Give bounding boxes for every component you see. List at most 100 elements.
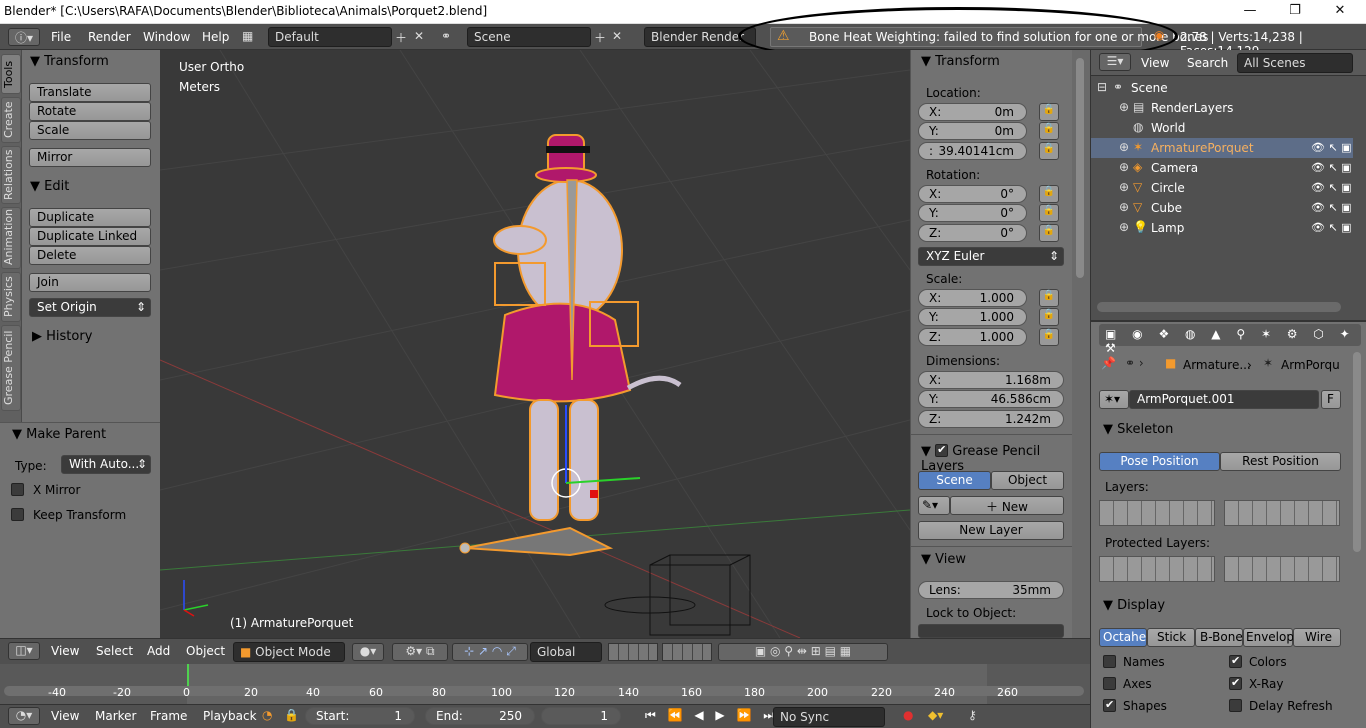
new-layer-button[interactable]: New Layer <box>918 521 1064 540</box>
grease-pencil-header[interactable]: ▼ Grease Pencil Layers <box>921 442 1072 474</box>
outliner-scrollbar[interactable] <box>1097 302 1341 312</box>
tab-create[interactable]: Create <box>1 97 21 143</box>
location-x-field[interactable]: X: 0m <box>918 103 1027 121</box>
lock-icon[interactable]: 🔒 <box>1039 204 1059 222</box>
snap-render-icons[interactable]: ▣ ◎ ⚲ ⇹ ⊞ ▤ ▦ <box>718 643 888 661</box>
axes-checkbox[interactable] <box>1103 677 1116 690</box>
rotation-x-field[interactable]: X: 0° <box>918 185 1027 203</box>
delete-button[interactable]: Delete <box>29 246 151 265</box>
tab-relations[interactable]: Relations <box>1 146 21 204</box>
bone-layers-grid-a[interactable] <box>1099 500 1215 526</box>
menu-file[interactable]: File <box>51 30 71 44</box>
location-y-field[interactable]: Y: 0m <box>918 122 1027 140</box>
protected-layers-grid-b[interactable] <box>1224 556 1340 582</box>
duplicate-button[interactable]: Duplicate <box>29 208 151 227</box>
properties-scrollbar[interactable] <box>1353 352 1361 552</box>
dimension-z-field[interactable]: Z: 1.242m <box>918 410 1064 428</box>
current-frame-field[interactable]: 1 <box>541 707 621 725</box>
pencil-icon[interactable]: ✎▾ <box>918 496 950 515</box>
shading-icon[interactable]: ●▾ <box>352 643 384 661</box>
expand-icon[interactable]: ⊕ <box>1119 200 1129 214</box>
current-frame-marker[interactable] <box>187 664 189 686</box>
xray-checkbox[interactable] <box>1229 676 1242 690</box>
menu-render[interactable]: Render <box>88 30 131 44</box>
viewport-object-menu[interactable]: Object <box>186 644 225 658</box>
shapes-checkbox[interactable] <box>1103 698 1116 712</box>
screen-layout-icon[interactable]: ▦ <box>242 29 253 43</box>
names-checkbox[interactable] <box>1103 655 1116 668</box>
dimension-x-field[interactable]: X: 1.168m <box>918 371 1064 389</box>
lock-icon[interactable]: 🔒 <box>1039 328 1059 346</box>
gp-new-button[interactable]: ＋ New <box>950 496 1064 515</box>
scale-y-field[interactable]: Y: 1.000 <box>918 308 1027 326</box>
rotate-button[interactable]: Rotate <box>29 102 151 121</box>
lock-icon[interactable]: 🔒 <box>1039 289 1059 307</box>
delay-refresh-checkbox[interactable] <box>1229 699 1242 712</box>
outliner-editor-icon[interactable]: ☰▾ <box>1099 53 1131 71</box>
start-frame-field[interactable]: Start: 1 <box>305 707 415 725</box>
keyframe-tools-icon[interactable]: ⚷ <box>968 708 977 722</box>
timeline-frame-menu[interactable]: Frame <box>150 709 187 723</box>
rest-position-button[interactable]: Rest Position <box>1220 452 1341 471</box>
viewport-view-menu[interactable]: View <box>51 644 79 658</box>
display-stick-button[interactable]: Stick <box>1147 628 1195 647</box>
expand-icon[interactable]: ⊕ <box>1119 140 1129 154</box>
menu-help[interactable]: Help <box>202 30 229 44</box>
pivot-icon[interactable]: ⚙▾ ⧉ <box>392 643 448 661</box>
translate-button[interactable]: Translate <box>29 83 151 102</box>
edit-panel-header[interactable]: ▼ Edit <box>30 179 69 194</box>
minimize-button[interactable]: — <box>1240 3 1260 18</box>
layer-buttons-b[interactable] <box>662 643 712 661</box>
colors-checkbox[interactable] <box>1229 654 1242 668</box>
sync-mode-select[interactable]: No Sync <box>773 707 885 727</box>
timeline[interactable] <box>0 664 1090 704</box>
make-parent-header[interactable]: ▼ Make Parent <box>12 427 106 442</box>
viewport-add-menu[interactable]: Add <box>147 644 170 658</box>
outliner-row-world[interactable]: ◍ World <box>1091 118 1353 138</box>
rotation-mode-select[interactable]: XYZ Euler ⇕ <box>918 247 1064 266</box>
display-envelope-button[interactable]: Envelope <box>1243 628 1301 647</box>
history-panel-header[interactable]: ▶ History <box>32 329 92 344</box>
collapse-icon[interactable]: ⊟ <box>1097 80 1107 94</box>
x-mirror-checkbox[interactable] <box>11 483 24 496</box>
outliner-row-renderlayers[interactable]: ⊕ ▤ RenderLayers <box>1091 98 1353 118</box>
pose-position-button[interactable]: Pose Position <box>1099 452 1220 471</box>
expand-icon[interactable]: ⊕ <box>1119 180 1129 194</box>
timeline-view-menu[interactable]: View <box>51 709 79 723</box>
expand-icon[interactable]: ⊕ <box>1119 100 1129 114</box>
3d-viewport[interactable]: User Ortho Meters (1) ArmaturePorquet <box>160 50 910 638</box>
lock-icon[interactable]: 🔒 <box>1039 185 1059 203</box>
preview-range-icon[interactable]: ◔ <box>262 708 272 722</box>
keying-icon[interactable]: ◆▾ <box>928 708 943 722</box>
lock-range-icon[interactable]: 🔒 <box>284 708 299 722</box>
transform-panel-header[interactable]: ▼ Transform <box>30 54 109 69</box>
lens-field[interactable]: Lens: 35mm <box>918 581 1064 599</box>
pin-icon[interactable]: 📌 <box>1101 356 1116 370</box>
remove-layout-icon[interactable]: ✕ <box>414 29 424 43</box>
outliner-view-menu[interactable]: View <box>1141 56 1169 70</box>
scene-field[interactable]: Scene <box>467 27 591 47</box>
n-panel-scrollbar[interactable] <box>1072 50 1090 638</box>
close-button[interactable]: ✕ <box>1330 3 1350 18</box>
display-octahedral-button[interactable]: Octahedr <box>1099 628 1147 647</box>
layer-buttons-a[interactable] <box>608 643 658 661</box>
tab-grease-pencil[interactable]: Grease Pencil <box>1 325 21 411</box>
armature-data-icon[interactable]: ✶▾ <box>1099 390 1129 409</box>
tab-tools[interactable]: Tools <box>1 54 21 94</box>
join-button[interactable]: Join <box>29 273 151 292</box>
parent-type-select[interactable]: With Auto... ⇕ <box>61 455 151 474</box>
timeline-scrollbar[interactable] <box>4 686 1084 696</box>
expand-icon[interactable]: ⊕ <box>1119 220 1129 234</box>
record-icon[interactable]: ● <box>903 708 913 722</box>
dimension-y-field[interactable]: Y: 46.586cm <box>918 390 1064 408</box>
object-mode-select[interactable]: ■ Object Mode <box>233 642 345 662</box>
display-bbone-button[interactable]: B-Bone <box>1195 628 1243 647</box>
duplicate-linked-button[interactable]: Duplicate Linked <box>29 227 151 246</box>
timeline-editor-icon[interactable]: ◔▾ <box>8 707 40 725</box>
location-z-field[interactable]: :39.40141cm <box>918 142 1027 160</box>
remove-scene-icon[interactable]: ✕ <box>612 29 622 43</box>
outliner-filter-select[interactable]: All Scenes <box>1237 53 1353 73</box>
tab-physics[interactable]: Physics <box>1 272 21 322</box>
mirror-button[interactable]: Mirror <box>29 148 151 167</box>
outliner-search-menu[interactable]: Search <box>1187 56 1228 70</box>
